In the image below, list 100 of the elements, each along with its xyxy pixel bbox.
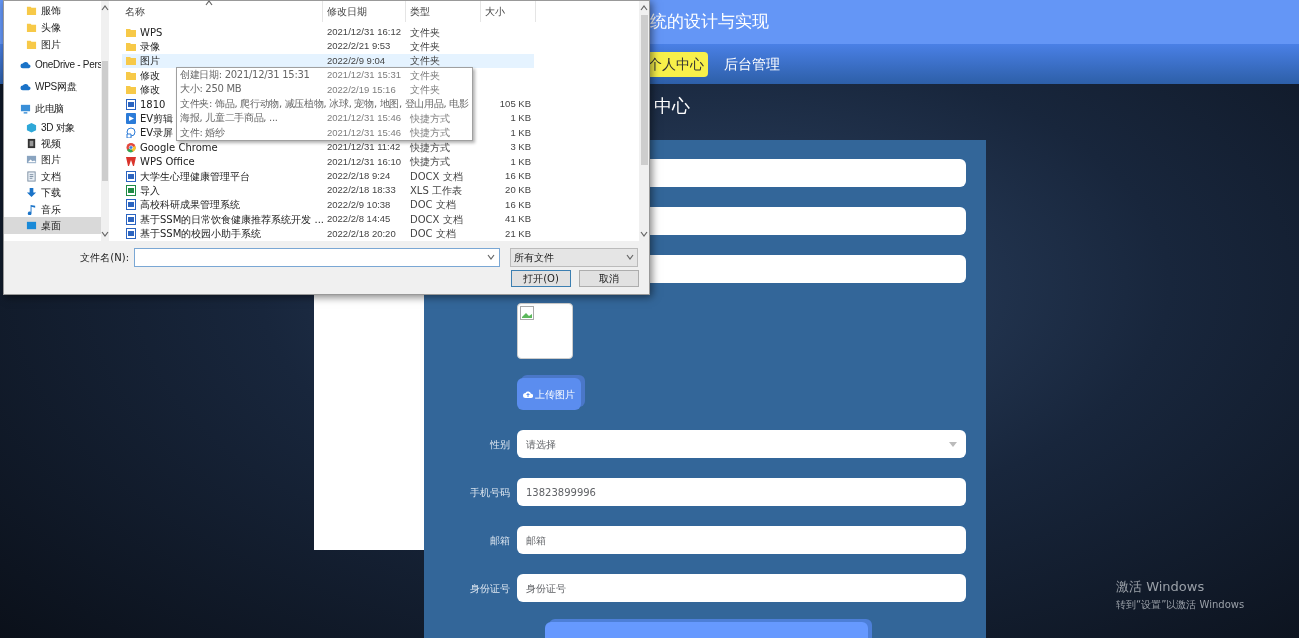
scrollbar[interactable]: [101, 1, 109, 241]
nav-pane-item[interactable]: 图片: [4, 151, 101, 169]
file-name[interactable]: 高校科研成果管理系统: [122, 197, 242, 213]
scroll-down-icon: [101, 231, 109, 237]
site-title: 统的设计与实现: [650, 10, 769, 34]
scroll-up-icon: [640, 5, 648, 11]
nav-pane-item[interactable]: 视频: [4, 135, 101, 152]
input-field[interactable]: 身份证号: [517, 574, 966, 602]
nav-pane-item[interactable]: 桌面: [4, 217, 101, 234]
nav-pane-item[interactable]: WPS网盘: [4, 75, 101, 97]
folder-icon: [26, 5, 37, 16]
file-size: 105 KB: [498, 97, 532, 111]
page-heading: 中心: [654, 95, 690, 116]
input-field[interactable]: 邮箱: [517, 526, 966, 554]
file-type: 文件夹: [409, 54, 441, 69]
file-size: 16 KB: [504, 168, 532, 183]
field-label: 身份证号: [469, 581, 510, 596]
field-label: 手机号码: [469, 485, 510, 500]
file-size: 1 KB: [509, 111, 532, 126]
activation-notice-text: 转到“设置”以激活 Windows: [1116, 597, 1245, 612]
modified-date: 2022/2/9 9:04: [326, 53, 387, 68]
modified-date: 2022/2/8 14:45: [326, 212, 392, 227]
dialog-button[interactable]: 取消: [579, 270, 639, 287]
file-type: DOCX 文档: [409, 212, 464, 227]
file-name[interactable]: 基于SSM的日常饮食健康推荐系统开发 ...: [122, 212, 327, 227]
file-name[interactable]: EV剪辑: [122, 111, 176, 126]
file-type: DOCX 文档: [409, 169, 464, 184]
file-name[interactable]: EV录屏: [122, 125, 176, 141]
nav-pane-item[interactable]: OneDrive - Pers: [4, 53, 101, 75]
file-name[interactable]: Google Chrome: [122, 140, 220, 155]
filename-field[interactable]: [134, 247, 500, 267]
nav-pane-item[interactable]: 头像: [4, 19, 101, 36]
file-type: DOC 文档: [409, 198, 457, 213]
file-type: 快捷方式: [409, 155, 451, 169]
scroll-up-icon: [101, 5, 109, 11]
file-name[interactable]: 基于SSM的校园小助手系统: [122, 226, 264, 241]
document-icon: [26, 170, 37, 182]
file-type: 快捷方式: [409, 126, 451, 141]
column-header[interactable]: 名称: [125, 4, 145, 19]
nav-pane-item[interactable]: 此电脑: [4, 97, 101, 119]
file-size: 21 KB: [504, 226, 532, 241]
cube-icon: [26, 121, 37, 133]
activation-notice-title: 激活 Windows: [1116, 578, 1206, 596]
file-type: 快捷方式: [409, 140, 451, 155]
cloud-upload-icon: [523, 390, 533, 398]
film-icon: [26, 138, 37, 150]
modified-date: 2022/2/9 10:38: [326, 197, 392, 212]
modified-date: 2021/12/31 16:10: [326, 154, 402, 169]
input-field[interactable]: 13823899996: [517, 478, 966, 506]
file-type-select[interactable]: 所有文件: [510, 247, 638, 267]
file-type: 文件夹: [409, 83, 441, 97]
modified-date: 2022/2/18 18:33: [326, 183, 397, 198]
file-name[interactable]: 修改: [122, 68, 162, 83]
chrome-icon: [126, 141, 136, 153]
filename-label: 文件名(N):: [79, 250, 130, 265]
nav-pane-item[interactable]: 图片: [4, 36, 101, 53]
dialog-button[interactable]: 打开(O): [511, 270, 571, 287]
nav-pane-item[interactable]: 音乐: [4, 200, 101, 218]
file-type: 快捷方式: [409, 112, 451, 126]
file-name[interactable]: 录像: [122, 39, 162, 54]
nav-link[interactable]: 后台管理: [720, 51, 784, 77]
spreadsheet-icon: [126, 185, 136, 196]
modified-date: 2022/2/18 9:24: [326, 168, 392, 183]
tooltip-line: 创建日期: 2021/12/31 15:31: [180, 68, 310, 82]
document-icon: [126, 170, 136, 182]
folder-icon: [26, 39, 37, 50]
file-name[interactable]: 1810: [122, 96, 168, 112]
monitor-icon: [20, 102, 31, 114]
select-field[interactable]: 请选择: [517, 430, 966, 458]
nav-pane-item[interactable]: 文档: [4, 168, 101, 185]
file-type: 文件夹: [409, 25, 441, 40]
file-name[interactable]: WPS: [122, 25, 165, 40]
file-name[interactable]: 修改: [122, 82, 162, 97]
file-name[interactable]: 大学生心理健康管理平台: [122, 168, 252, 184]
nav-pane-item[interactable]: 3D 对象: [4, 119, 101, 136]
tooltip-line: 海报, 儿童二手商品, ...: [180, 111, 278, 126]
file-name[interactable]: 图片: [122, 53, 162, 69]
column-header[interactable]: 类型: [406, 1, 481, 22]
column-header[interactable]: 大小: [481, 1, 536, 22]
nav-pane-item[interactable]: 服饰: [4, 2, 101, 19]
image-icon: [26, 154, 37, 166]
nav-pane-item[interactable]: 下载: [4, 184, 101, 201]
folder-icon: [126, 26, 136, 38]
field-label: 邮箱: [489, 533, 510, 548]
tooltip-line: 文件夹: 饰品, 爬行动物, 减压植物, 冰球, 宠物, 地图, 登山用品, 电影: [180, 96, 469, 111]
file-name[interactable]: WPS Office: [122, 154, 197, 169]
folder-icon: [126, 84, 136, 96]
field-label: 性别: [489, 437, 510, 452]
file-type: 文件夹: [409, 40, 441, 54]
wps-logo-icon: [126, 156, 136, 168]
scrollbar[interactable]: [639, 1, 649, 241]
folder-icon: [26, 22, 37, 33]
file-name[interactable]: 导入: [122, 183, 162, 198]
tooltip-line: 文件: 婚纱: [180, 125, 225, 140]
desktop-icon: [26, 220, 37, 232]
scroll-down-icon: [640, 231, 648, 237]
column-header[interactable]: 修改日期: [323, 1, 406, 22]
play-icon: [126, 113, 136, 125]
file-type: 文件夹: [409, 68, 441, 83]
shortcut-icon: [126, 127, 136, 139]
